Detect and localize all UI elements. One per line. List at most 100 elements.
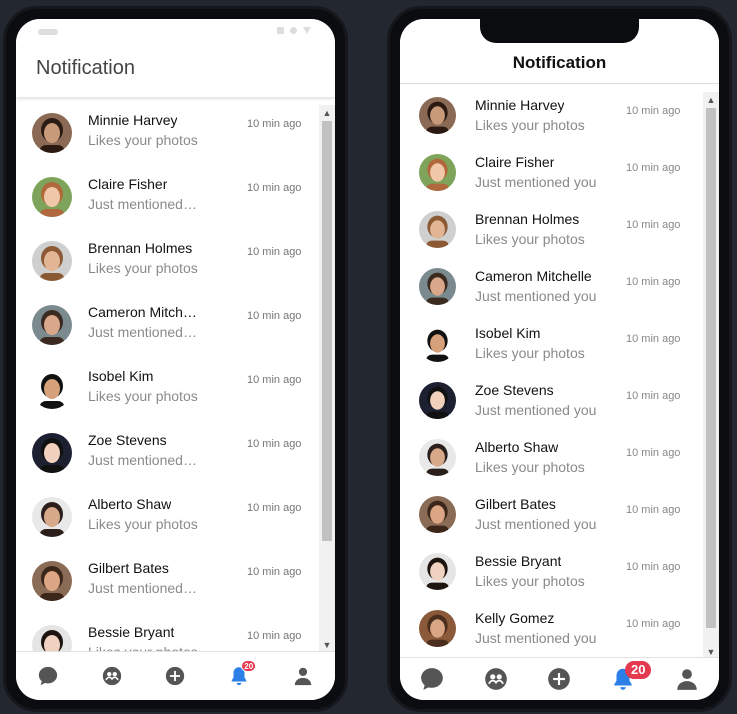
- add-icon: [164, 665, 186, 687]
- avatar: [32, 433, 72, 473]
- notification-time: 10 min ago: [626, 447, 681, 459]
- bottom-nav: 20: [400, 657, 719, 700]
- notification-name: Zoe Stevens: [475, 382, 554, 398]
- notification-item[interactable]: Zoe Stevens Just mentioned you 10 min ago: [400, 374, 703, 431]
- notification-item[interactable]: Kelly Gomez Just mentioned you 10 min ago: [400, 602, 703, 659]
- avatar: [32, 241, 72, 281]
- notification-item[interactable]: Claire Fisher Just mentioned you 10 min ag…: [400, 146, 703, 203]
- scrollbar[interactable]: ▲ ▼: [703, 92, 719, 660]
- notification-name: Alberto Shaw: [88, 496, 172, 512]
- nav-chat-button[interactable]: [412, 661, 452, 697]
- notification-name: Brennan Holmes: [88, 240, 193, 256]
- avatar: [32, 497, 72, 537]
- scrollbar[interactable]: ▲ ▼: [319, 105, 335, 653]
- notification-list: Minnie Harvey Likes your photos 10 min ago…: [16, 103, 319, 679]
- user-icon: [292, 665, 314, 687]
- notification-item[interactable]: Cameron Mitchelle Just mentioned you 10 mi…: [400, 260, 703, 317]
- notification-item[interactable]: Alberto Shaw Likes your photos 10 min ago: [16, 487, 319, 551]
- notification-time: 10 min ago: [247, 438, 302, 450]
- nav-add-button[interactable]: [155, 658, 195, 694]
- avatar: [419, 211, 456, 248]
- notification-message: Just mentioned you: [475, 174, 597, 190]
- status-square-icon: [277, 27, 284, 34]
- notification-time: 10 min ago: [247, 566, 302, 578]
- group-icon: [101, 665, 123, 687]
- left-header: Notification: [16, 19, 335, 97]
- notification-name: Claire Fisher: [475, 154, 555, 170]
- avatar: [419, 268, 456, 305]
- notification-name: Isobel Kim: [88, 368, 154, 384]
- nav-group-button[interactable]: [476, 661, 516, 697]
- notification-message: Just mentioned you: [475, 288, 597, 304]
- notification-time: 10 min ago: [247, 310, 302, 322]
- notification-message: Likes your photos: [475, 231, 585, 247]
- chat-icon: [419, 666, 445, 692]
- scrollbar-thumb[interactable]: [706, 108, 716, 628]
- avatar: [419, 382, 456, 419]
- notification-item[interactable]: Brennan Holmes Likes your photos 10 min ag…: [16, 231, 319, 295]
- notification-item[interactable]: Zoe Stevens Just mentioned you 10 min ago: [16, 423, 319, 487]
- notification-time: 10 min ago: [247, 502, 302, 514]
- nav-group-button[interactable]: [92, 658, 132, 694]
- avatar: [419, 154, 456, 191]
- nav-user-button[interactable]: [283, 658, 323, 694]
- notification-count-badge: 20: [241, 660, 257, 672]
- notification-name: Claire Fisher: [88, 176, 168, 192]
- scroll-up-arrow-icon[interactable]: ▲: [703, 92, 719, 108]
- page-title: Notification: [512, 53, 607, 72]
- notification-time: 10 min ago: [247, 182, 302, 194]
- notification-item[interactable]: Alberto Shaw Likes your photos 10 min ago: [400, 431, 703, 488]
- notification-message: Likes your photos: [88, 388, 198, 404]
- notification-message: Just mentioned you: [475, 630, 597, 646]
- notification-name: Cameron Mitchelle: [88, 304, 200, 320]
- notification-item[interactable]: Minnie Harvey Likes your photos 10 min ago: [16, 103, 319, 167]
- page-title: Notification: [36, 57, 135, 79]
- notification-time: 10 min ago: [626, 105, 681, 117]
- notification-time: 10 min ago: [247, 630, 302, 642]
- notification-message: Just mentioned you: [475, 402, 597, 418]
- notification-name: Kelly Gomez: [475, 610, 555, 626]
- notification-time: 10 min ago: [626, 390, 681, 402]
- notification-time: 10 min ago: [626, 219, 681, 231]
- notification-item[interactable]: Isobel Kim Likes your photos 10 min ago: [16, 359, 319, 423]
- nav-user-button[interactable]: [667, 661, 707, 697]
- scroll-up-arrow-icon[interactable]: ▲: [319, 105, 335, 121]
- avatar: [32, 561, 72, 601]
- nav-bell-button[interactable]: 20: [603, 661, 652, 697]
- nav-chat-button[interactable]: [28, 658, 68, 694]
- notification-item[interactable]: Gilbert Bates Just mentioned you 10 min ag…: [400, 488, 703, 545]
- avatar: [419, 325, 456, 362]
- notification-message: Likes your photos: [475, 117, 585, 133]
- avatar: [419, 610, 456, 647]
- avatar: [32, 369, 72, 409]
- notification-name: Gilbert Bates: [88, 560, 169, 576]
- nav-bell-button[interactable]: 20: [219, 658, 259, 694]
- notification-name: Minnie Harvey: [475, 97, 565, 113]
- notification-message: Just mentioned you: [88, 452, 200, 468]
- notification-message: Likes your photos: [475, 459, 585, 475]
- notification-time: 10 min ago: [626, 504, 681, 516]
- notification-message: Just mentioned you: [88, 196, 200, 212]
- notification-item[interactable]: Isobel Kim Likes your photos 10 min ago: [400, 317, 703, 374]
- notification-message: Just mentioned you: [88, 580, 200, 596]
- add-icon: [546, 666, 572, 692]
- notification-time: 10 min ago: [626, 618, 681, 630]
- notification-name: Brennan Holmes: [475, 211, 580, 227]
- phone-notch: [480, 19, 639, 43]
- user-icon: [674, 666, 700, 692]
- nav-add-button[interactable]: [539, 661, 579, 697]
- left-phone-screen: Notification Minnie Harvey Likes your pho…: [16, 19, 335, 700]
- status-dot-icon: [290, 27, 297, 34]
- notification-time: 10 min ago: [626, 333, 681, 345]
- avatar: [419, 97, 456, 134]
- notification-item[interactable]: Claire Fisher Just mentioned you 10 min ag…: [16, 167, 319, 231]
- avatar: [419, 496, 456, 533]
- notification-item[interactable]: Brennan Holmes Likes your photos 10 min ag…: [400, 203, 703, 260]
- chat-icon: [37, 665, 59, 687]
- notification-item[interactable]: Minnie Harvey Likes your photos 10 min ago: [400, 89, 703, 146]
- notification-name: Cameron Mitchelle: [475, 268, 592, 284]
- notification-item[interactable]: Cameron Mitchelle Just mentioned you 10 mi…: [16, 295, 319, 359]
- scrollbar-thumb[interactable]: [322, 121, 332, 541]
- notification-item[interactable]: Bessie Bryant Likes your photos 10 min ago: [400, 545, 703, 602]
- notification-item[interactable]: Gilbert Bates Just mentioned you 10 min ag…: [16, 551, 319, 615]
